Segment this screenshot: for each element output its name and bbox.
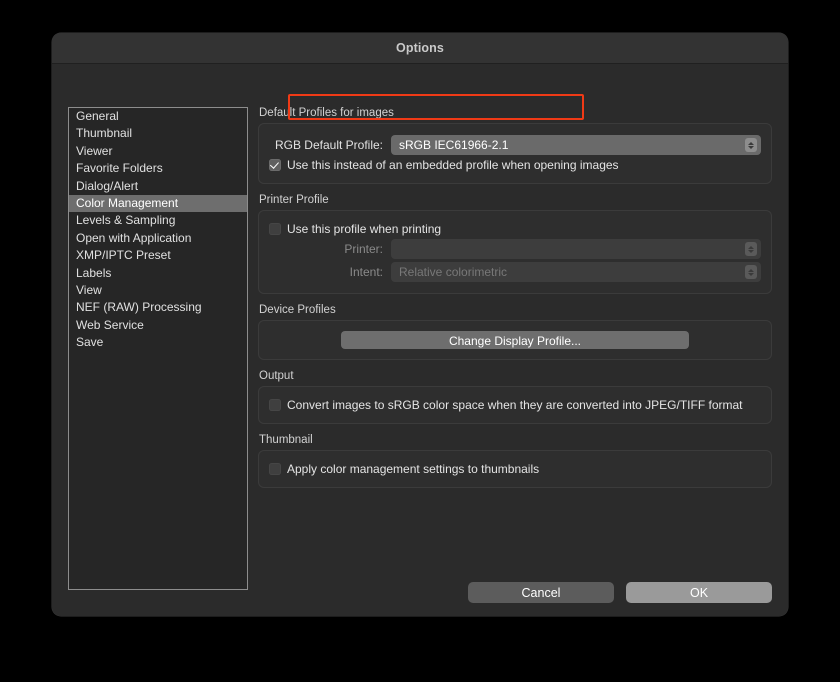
settings-content: Default Profiles for images RGB Default … <box>258 107 772 498</box>
printer-label: Printer: <box>344 242 383 256</box>
sidebar-item-general[interactable]: General <box>69 108 247 125</box>
groupbox-output: Convert images to sRGB color space when … <box>258 386 772 424</box>
convert-to-srgb-row[interactable]: Convert images to sRGB color space when … <box>269 398 761 412</box>
sidebar-item-favorite-folders[interactable]: Favorite Folders <box>69 160 247 177</box>
settings-category-list[interactable]: General Thumbnail Viewer Favorite Folder… <box>68 107 248 590</box>
use-instead-of-embedded-label: Use this instead of an embedded profile … <box>287 158 619 172</box>
section-thumbnail: Thumbnail Apply color management setting… <box>258 434 772 488</box>
groupbox-default-profiles: RGB Default Profile: sRGB IEC61966-2.1 U… <box>258 123 772 184</box>
apply-cm-to-thumbnails-row[interactable]: Apply color management settings to thumb… <box>269 462 761 476</box>
sidebar-item-thumbnail[interactable]: Thumbnail <box>69 125 247 142</box>
use-instead-of-embedded-row[interactable]: Use this instead of an embedded profile … <box>269 158 761 172</box>
groupbox-printer-profile: Use this profile when printing Printer: … <box>258 210 772 294</box>
rgb-default-profile-value: sRGB IEC61966-2.1 <box>399 138 509 152</box>
dialog-footer: Cancel OK <box>468 582 772 603</box>
sidebar-item-levels-sampling[interactable]: Levels & Sampling <box>69 212 247 229</box>
sidebar-item-xmp-iptc-preset[interactable]: XMP/IPTC Preset <box>69 247 247 264</box>
printer-select[interactable] <box>391 239 761 259</box>
options-dialog: Options General Thumbnail Viewer Favorit… <box>52 33 788 616</box>
sidebar-item-dialog-alert[interactable]: Dialog/Alert <box>69 178 247 195</box>
section-default-profiles: Default Profiles for images RGB Default … <box>258 107 772 184</box>
groupbox-device-profiles: Change Display Profile... <box>258 320 772 360</box>
intent-row: Intent: Relative colorimetric <box>269 262 761 282</box>
sidebar-item-save[interactable]: Save <box>69 334 247 351</box>
rgb-default-profile-select[interactable]: sRGB IEC61966-2.1 <box>391 135 761 155</box>
sidebar-item-color-management[interactable]: Color Management <box>69 194 247 213</box>
section-title-device-profiles: Device Profiles <box>259 304 336 316</box>
section-title-default-profiles: Default Profiles for images <box>259 107 394 119</box>
groupbox-thumbnail: Apply color management settings to thumb… <box>258 450 772 488</box>
sidebar-item-web-service[interactable]: Web Service <box>69 317 247 334</box>
sidebar-item-nef-raw-processing[interactable]: NEF (RAW) Processing <box>69 299 247 316</box>
use-profile-when-printing-row[interactable]: Use this profile when printing <box>269 222 761 236</box>
chevron-updown-icon[interactable] <box>745 138 757 152</box>
section-title-output: Output <box>259 370 294 382</box>
sidebar-item-viewer[interactable]: Viewer <box>69 143 247 160</box>
sidebar-item-labels[interactable]: Labels <box>69 265 247 282</box>
change-display-profile-button[interactable]: Change Display Profile... <box>341 331 689 349</box>
use-profile-when-printing-label: Use this profile when printing <box>287 222 442 236</box>
section-title-thumbnail: Thumbnail <box>259 434 313 446</box>
cancel-button[interactable]: Cancel <box>468 582 614 603</box>
intent-label: Intent: <box>349 265 383 279</box>
sidebar-item-view[interactable]: View <box>69 282 247 299</box>
section-printer-profile: Printer Profile Use this profile when pr… <box>258 194 772 294</box>
checkbox-convert-to-srgb[interactable] <box>269 399 281 411</box>
chevron-updown-icon[interactable] <box>745 242 757 256</box>
checkbox-use-instead-of-embedded[interactable] <box>269 159 281 171</box>
checkbox-use-profile-when-printing[interactable] <box>269 223 281 235</box>
intent-select[interactable]: Relative colorimetric <box>391 262 761 282</box>
rgb-default-profile-label: RGB Default Profile: <box>274 138 383 152</box>
rgb-default-profile-row: RGB Default Profile: sRGB IEC61966-2.1 <box>269 135 761 155</box>
chevron-updown-icon[interactable] <box>745 265 757 279</box>
intent-value: Relative colorimetric <box>399 265 508 279</box>
screen: Options General Thumbnail Viewer Favorit… <box>0 0 840 682</box>
dialog-title: Options <box>396 41 444 55</box>
printer-row: Printer: <box>269 239 761 259</box>
section-output: Output Convert images to sRGB color spac… <box>258 370 772 424</box>
convert-to-srgb-label: Convert images to sRGB color space when … <box>287 398 743 412</box>
section-device-profiles: Device Profiles Change Display Profile..… <box>258 304 772 360</box>
dialog-titlebar: Options <box>52 33 788 64</box>
sidebar-item-open-with-application[interactable]: Open with Application <box>69 230 247 247</box>
apply-cm-to-thumbnails-label: Apply color management settings to thumb… <box>287 462 540 476</box>
ok-button[interactable]: OK <box>626 582 772 603</box>
dialog-body: General Thumbnail Viewer Favorite Folder… <box>52 64 788 616</box>
checkbox-apply-cm-to-thumbnails[interactable] <box>269 463 281 475</box>
section-title-printer-profile: Printer Profile <box>259 194 329 206</box>
